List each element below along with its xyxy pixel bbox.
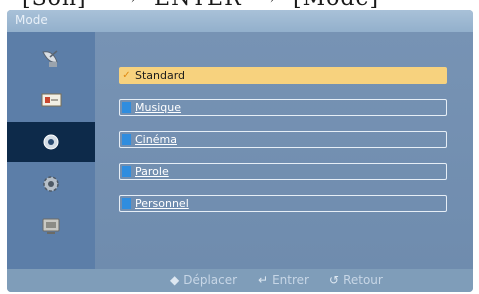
back-hint: ↺ Retour <box>329 273 383 287</box>
menu-item-personnel[interactable]: Personnel <box>119 195 447 212</box>
sidebar <box>7 32 95 269</box>
menu-item-standard[interactable]: ✓ Standard <box>119 67 447 84</box>
sidebar-item-input[interactable] <box>7 206 95 246</box>
navigation-path-caption: [Son] → ENTER → [Mode] <box>6 0 379 11</box>
page: [Son] → ENTER → [Mode] Mode <box>0 0 479 294</box>
item-marker-icon <box>122 198 131 209</box>
sound-icon <box>43 134 59 150</box>
menu-item-musique[interactable]: Musique <box>119 99 447 116</box>
osd-titlebar: Mode <box>7 10 473 32</box>
menu-item-label: Standard <box>135 69 186 82</box>
move-hint: ◆ Déplacer <box>170 273 237 287</box>
item-marker-icon <box>122 102 131 113</box>
enter-icon: ↵ <box>258 273 269 287</box>
enter-hint-label: Entrer <box>272 273 309 287</box>
sidebar-item-channel[interactable] <box>7 38 95 78</box>
picture-icon <box>41 93 62 107</box>
osd-window: Mode ✓ Standard Musique Cinéma Parole Pe… <box>7 10 473 292</box>
back-hint-label: Retour <box>343 273 383 287</box>
setup-gear-icon <box>43 176 59 192</box>
mode-menu: ✓ Standard Musique Cinéma Parole Personn… <box>95 32 473 269</box>
menu-item-label: Musique <box>135 101 181 114</box>
input-monitor-icon <box>42 218 60 234</box>
sidebar-item-picture[interactable] <box>7 80 95 120</box>
menu-item-cinema[interactable]: Cinéma <box>119 131 447 148</box>
menu-item-label: Personnel <box>135 197 189 210</box>
menu-item-label: Parole <box>135 165 169 178</box>
move-hint-label: Déplacer <box>183 273 238 287</box>
satellite-dish-icon <box>42 50 58 67</box>
sidebar-item-sound[interactable] <box>7 122 95 162</box>
menu-item-label: Cinéma <box>135 133 177 146</box>
item-marker-icon <box>122 166 131 177</box>
menu-item-parole[interactable]: Parole <box>119 163 447 180</box>
enter-hint: ↵ Entrer <box>258 273 309 287</box>
return-icon: ↺ <box>329 273 340 287</box>
check-icon: ✓ <box>122 70 131 81</box>
item-marker-icon <box>122 134 131 145</box>
osd-footer: ◆ Déplacer ↵ Entrer ↺ Retour <box>7 269 473 292</box>
sidebar-item-setup[interactable] <box>7 164 95 204</box>
window-title: Mode <box>15 13 48 27</box>
move-arrows-icon: ◆ <box>170 273 180 287</box>
